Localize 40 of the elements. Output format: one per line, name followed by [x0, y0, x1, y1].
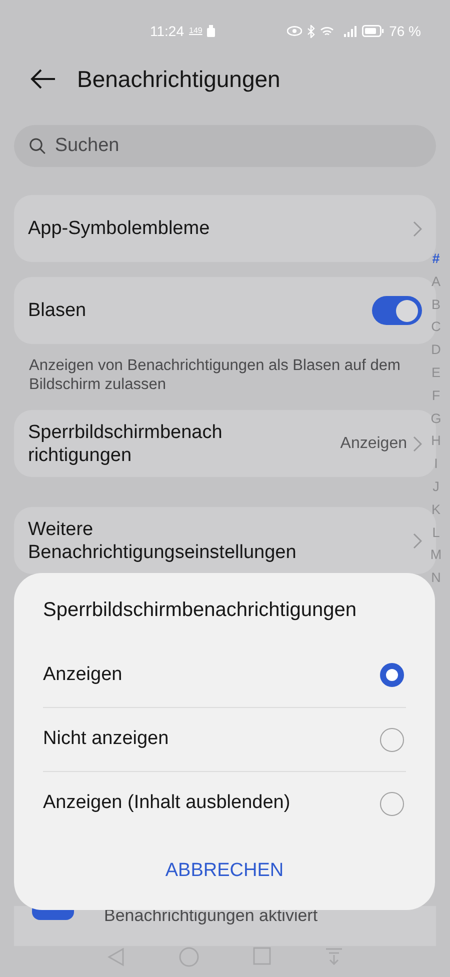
- option-label: Nicht anzeigen: [43, 727, 169, 752]
- setting-description: Anzeigen von Benachrichtigungen als Blasen auf dem Bildschirm zulassen: [29, 356, 402, 394]
- notification-count: 149: [189, 25, 202, 37]
- eye-icon: [287, 26, 302, 36]
- setting-label: Weitere Benachrichtigungseinstellungen: [28, 518, 296, 564]
- download-nav-icon[interactable]: [325, 947, 343, 965]
- clock: 11:24: [150, 22, 184, 40]
- search-input[interactable]: Suchen: [54, 132, 421, 160]
- home-nav-icon[interactable]: [179, 947, 199, 967]
- search-icon: [29, 137, 46, 155]
- toggle-switch[interactable]: [372, 296, 422, 325]
- setting-label: Blasen: [28, 299, 86, 322]
- radio-option[interactable]: Nicht anzeigen: [43, 707, 406, 771]
- recents-nav-icon[interactable]: [253, 947, 271, 965]
- battery-percentage: 76 %: [389, 22, 421, 40]
- battery-icon: [362, 25, 384, 37]
- cancel-button[interactable]: ABBRECHEN: [161, 857, 288, 886]
- radio-option[interactable]: Anzeigen: [43, 643, 406, 707]
- back-nav-icon[interactable]: [107, 947, 125, 967]
- page-title: Benachrichtigungen: [77, 64, 280, 94]
- radio-option[interactable]: Anzeigen (Inhalt ausblenden): [43, 771, 406, 835]
- option-label: Anzeigen: [43, 662, 122, 687]
- signal-icon: [343, 26, 358, 36]
- wifi-icon: [320, 26, 334, 36]
- chevron-right-icon: [413, 220, 422, 236]
- setting-label: Sperrbildschirmbenach richtigungen: [28, 420, 222, 466]
- chevron-right-icon: [413, 436, 422, 452]
- dialog-title: Sperrbildschirmbenachrichtigungen: [43, 598, 358, 623]
- radio-button[interactable]: [380, 728, 404, 752]
- option-label: Anzeigen (Inhalt ausblenden): [43, 791, 290, 816]
- chevron-right-icon: [413, 532, 422, 548]
- setting-value: Anzeigen: [340, 434, 407, 454]
- setting-label: App-Symbolembleme: [28, 217, 210, 240]
- search-field[interactable]: Suchen: [14, 125, 436, 167]
- bluetooth-icon: [307, 24, 316, 38]
- setting-label: Benachrichtigungen aktiviert: [104, 906, 318, 926]
- radio-button[interactable]: [380, 792, 404, 816]
- back-arrow-icon: [30, 69, 56, 89]
- radio-button[interactable]: [380, 663, 404, 687]
- index-letter[interactable]: I: [434, 453, 438, 476]
